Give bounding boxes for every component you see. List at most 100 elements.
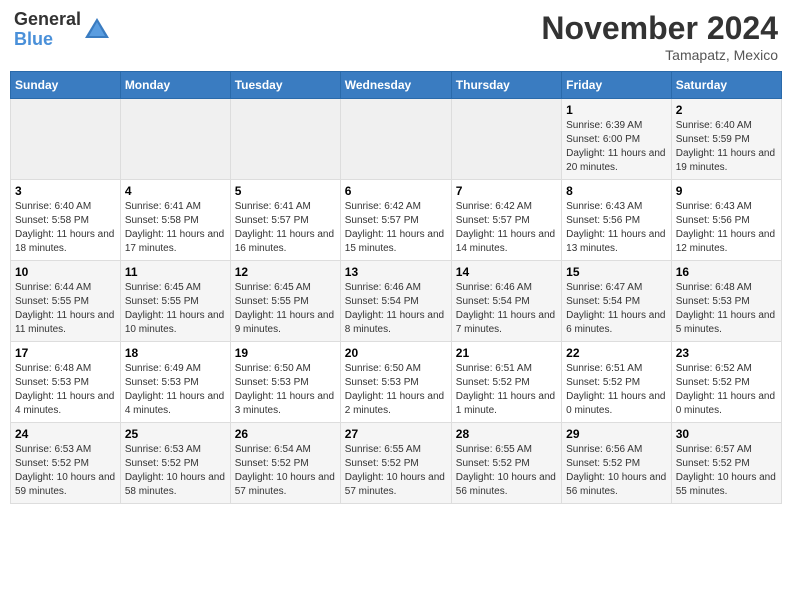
day-info: Sunrise: 6:42 AM Sunset: 5:57 PM Dayligh… [456,200,557,256]
day-info: Sunrise: 6:46 AM Sunset: 5:54 PM Dayligh… [345,281,447,337]
day-number: 28 [456,427,557,441]
day-number: 24 [15,427,116,441]
calendar-cell: 18Sunrise: 6:49 AM Sunset: 5:53 PM Dayli… [120,342,230,423]
day-number: 6 [345,184,447,198]
calendar-week-row: 3Sunrise: 6:40 AM Sunset: 5:58 PM Daylig… [11,180,782,261]
calendar-cell: 25Sunrise: 6:53 AM Sunset: 5:52 PM Dayli… [120,423,230,504]
calendar-cell: 21Sunrise: 6:51 AM Sunset: 5:52 PM Dayli… [451,342,561,423]
calendar-cell: 20Sunrise: 6:50 AM Sunset: 5:53 PM Dayli… [340,342,451,423]
weekday-header-tuesday: Tuesday [230,72,340,99]
title-block: November 2024 Tamapatz, Mexico [541,10,778,63]
day-info: Sunrise: 6:40 AM Sunset: 5:58 PM Dayligh… [15,200,116,256]
day-info: Sunrise: 6:53 AM Sunset: 5:52 PM Dayligh… [15,443,116,499]
calendar-week-row: 24 Sunrise: 6:53 AM Sunset: 5:52 PM Dayli… [11,423,782,504]
day-info: Sunrise: 6:45 AM Sunset: 5:55 PM Dayligh… [235,281,336,337]
calendar-cell: 17 Sunrise: 6:48 AM Sunset: 5:53 PM Dayli… [11,342,121,423]
day-info: Sunrise: 6:54 AM Sunset: 5:52 PM Dayligh… [235,443,336,499]
day-number: 10 [15,265,116,279]
day-number: 29 [566,427,667,441]
calendar-cell: 4 Sunrise: 6:41 AM Sunset: 5:58 PM Daylig… [120,180,230,261]
calendar-cell: 9 Sunrise: 6:43 AM Sunset: 5:56 PM Daylig… [671,180,781,261]
calendar-cell [340,99,451,180]
calendar-cell: 30Sunrise: 6:57 AM Sunset: 5:52 PM Dayli… [671,423,781,504]
calendar-cell: 28Sunrise: 6:55 AM Sunset: 5:52 PM Dayli… [451,423,561,504]
day-number: 8 [566,184,667,198]
calendar-cell: 6 Sunrise: 6:42 AM Sunset: 5:57 PM Daylig… [340,180,451,261]
calendar-cell: 8 Sunrise: 6:43 AM Sunset: 5:56 PM Daylig… [562,180,672,261]
weekday-header-saturday: Saturday [671,72,781,99]
day-number: 11 [125,265,226,279]
day-info: Sunrise: 6:48 AM Sunset: 5:53 PM Dayligh… [676,281,777,337]
month-title: November 2024 [541,10,778,47]
calendar-week-row: 10 Sunrise: 6:44 AM Sunset: 5:55 PM Dayli… [11,261,782,342]
calendar-cell: 29 Sunrise: 6:56 AM Sunset: 5:52 PM Dayli… [562,423,672,504]
day-info: Sunrise: 6:45 AM Sunset: 5:55 PM Dayligh… [125,281,226,337]
day-info: Sunrise: 6:44 AM Sunset: 5:55 PM Dayligh… [15,281,116,337]
calendar-cell: 2 Sunrise: 6:40 AM Sunset: 5:59 PM Daylig… [671,99,781,180]
day-number: 7 [456,184,557,198]
day-info: Sunrise: 6:40 AM Sunset: 5:59 PM Dayligh… [676,119,777,175]
calendar-cell [230,99,340,180]
calendar-cell: 1 Sunrise: 6:39 AM Sunset: 6:00 PM Daylig… [562,99,672,180]
day-info: Sunrise: 6:51 AM Sunset: 5:52 PM Dayligh… [566,362,667,418]
calendar-cell: 5Sunrise: 6:41 AM Sunset: 5:57 PM Daylig… [230,180,340,261]
day-number: 15 [566,265,667,279]
day-info: Sunrise: 6:56 AM Sunset: 5:52 PM Dayligh… [566,443,667,499]
calendar-cell: 27 Sunrise: 6:55 AM Sunset: 5:52 PM Dayli… [340,423,451,504]
calendar-cell: 3Sunrise: 6:40 AM Sunset: 5:58 PM Daylig… [11,180,121,261]
calendar-cell: 24 Sunrise: 6:53 AM Sunset: 5:52 PM Dayli… [11,423,121,504]
calendar-cell [11,99,121,180]
calendar-table: SundayMondayTuesdayWednesdayThursdayFrid… [10,71,782,504]
calendar-cell: 15 Sunrise: 6:47 AM Sunset: 5:54 PM Dayli… [562,261,672,342]
day-info: Sunrise: 6:39 AM Sunset: 6:00 PM Dayligh… [566,119,667,175]
day-number: 1 [566,103,667,117]
calendar-cell: 26 Sunrise: 6:54 AM Sunset: 5:52 PM Dayli… [230,423,340,504]
day-number: 17 [15,346,116,360]
day-number: 18 [125,346,226,360]
day-info: Sunrise: 6:43 AM Sunset: 5:56 PM Dayligh… [566,200,667,256]
day-number: 23 [676,346,777,360]
day-number: 19 [235,346,336,360]
logo: GeneralBlue [14,10,111,50]
calendar-cell: 10 Sunrise: 6:44 AM Sunset: 5:55 PM Dayli… [11,261,121,342]
day-info: Sunrise: 6:53 AM Sunset: 5:52 PM Dayligh… [125,443,226,499]
day-number: 14 [456,265,557,279]
weekday-header-wednesday: Wednesday [340,72,451,99]
calendar-cell: 13 Sunrise: 6:46 AM Sunset: 5:54 PM Dayli… [340,261,451,342]
day-number: 21 [456,346,557,360]
weekday-header-friday: Friday [562,72,672,99]
day-info: Sunrise: 6:43 AM Sunset: 5:56 PM Dayligh… [676,200,777,256]
weekday-header-monday: Monday [120,72,230,99]
calendar-cell: 23Sunrise: 6:52 AM Sunset: 5:52 PM Dayli… [671,342,781,423]
day-info: Sunrise: 6:41 AM Sunset: 5:57 PM Dayligh… [235,200,336,256]
calendar-cell: 11 Sunrise: 6:45 AM Sunset: 5:55 PM Dayli… [120,261,230,342]
calendar-cell [451,99,561,180]
day-info: Sunrise: 6:55 AM Sunset: 5:52 PM Dayligh… [345,443,447,499]
day-number: 16 [676,265,777,279]
day-info: Sunrise: 6:42 AM Sunset: 5:57 PM Dayligh… [345,200,447,256]
calendar-cell: 12Sunrise: 6:45 AM Sunset: 5:55 PM Dayli… [230,261,340,342]
day-info: Sunrise: 6:57 AM Sunset: 5:52 PM Dayligh… [676,443,777,499]
day-number: 20 [345,346,447,360]
calendar-cell: 14 Sunrise: 6:46 AM Sunset: 5:54 PM Dayli… [451,261,561,342]
day-info: Sunrise: 6:41 AM Sunset: 5:58 PM Dayligh… [125,200,226,256]
day-number: 22 [566,346,667,360]
logo-text: GeneralBlue [14,10,81,50]
calendar-week-row: 1 Sunrise: 6:39 AM Sunset: 6:00 PM Daylig… [11,99,782,180]
day-number: 2 [676,103,777,117]
weekday-header-sunday: Sunday [11,72,121,99]
day-number: 13 [345,265,447,279]
day-number: 9 [676,184,777,198]
day-number: 4 [125,184,226,198]
calendar-week-row: 17 Sunrise: 6:48 AM Sunset: 5:53 PM Dayli… [11,342,782,423]
day-info: Sunrise: 6:47 AM Sunset: 5:54 PM Dayligh… [566,281,667,337]
day-number: 27 [345,427,447,441]
calendar-cell: 16 Sunrise: 6:48 AM Sunset: 5:53 PM Dayli… [671,261,781,342]
weekday-header-thursday: Thursday [451,72,561,99]
weekday-header-row: SundayMondayTuesdayWednesdayThursdayFrid… [11,72,782,99]
logo-icon [83,16,111,44]
day-info: Sunrise: 6:46 AM Sunset: 5:54 PM Dayligh… [456,281,557,337]
day-number: 26 [235,427,336,441]
day-info: Sunrise: 6:48 AM Sunset: 5:53 PM Dayligh… [15,362,116,418]
calendar-cell [120,99,230,180]
